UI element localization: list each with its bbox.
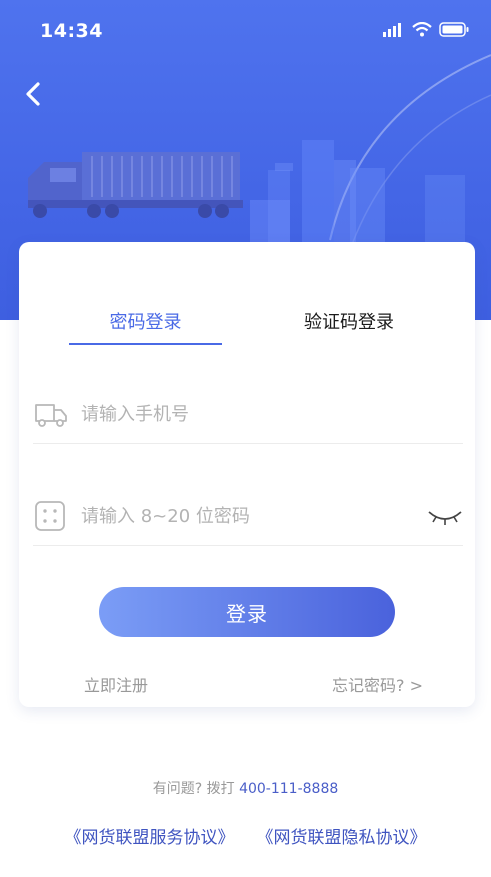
back-button[interactable] [18,78,50,110]
signal-icon [383,22,401,37]
agreements-row: 《网货联盟服务协议》 《网货联盟隐私协议》 [0,823,491,848]
eye-closed-icon [428,511,462,525]
help-phone-link[interactable]: 400-111-8888 [239,781,338,797]
login-card: 密码登录 验证码登录 登录 [19,242,475,707]
tab-password-login[interactable]: 密码登录 [69,308,222,334]
help-text: 有问题? 拨打 400-111-8888 [0,778,491,798]
toggle-password-visibility[interactable] [427,504,463,530]
privacy-agreement-link[interactable]: 《网货联盟隐私协议》 [257,823,427,848]
battery-icon [439,22,469,37]
field-divider [33,443,463,444]
service-agreement-link[interactable]: 《网货联盟服务协议》 [65,823,235,848]
phone-input[interactable] [81,398,411,430]
back-arrow-icon [26,82,40,106]
keypad-icon [35,501,65,531]
truck-icon [35,404,67,427]
status-time: 14:34 [40,20,103,42]
field-divider [33,545,463,546]
forgot-password-link[interactable]: 忘记密码? > [332,672,423,696]
password-input[interactable] [81,500,411,532]
wifi-icon [412,22,432,37]
status-bar: 14:34 [0,0,491,60]
active-tab-indicator [69,343,222,345]
tab-code-login[interactable]: 验证码登录 [269,308,429,334]
help-prefix: 有问题? 拨打 [152,781,240,797]
register-link[interactable]: 立即注册 [84,672,148,696]
password-field [33,486,463,546]
login-button[interactable]: 登录 [99,587,395,637]
phone-field [33,384,463,444]
